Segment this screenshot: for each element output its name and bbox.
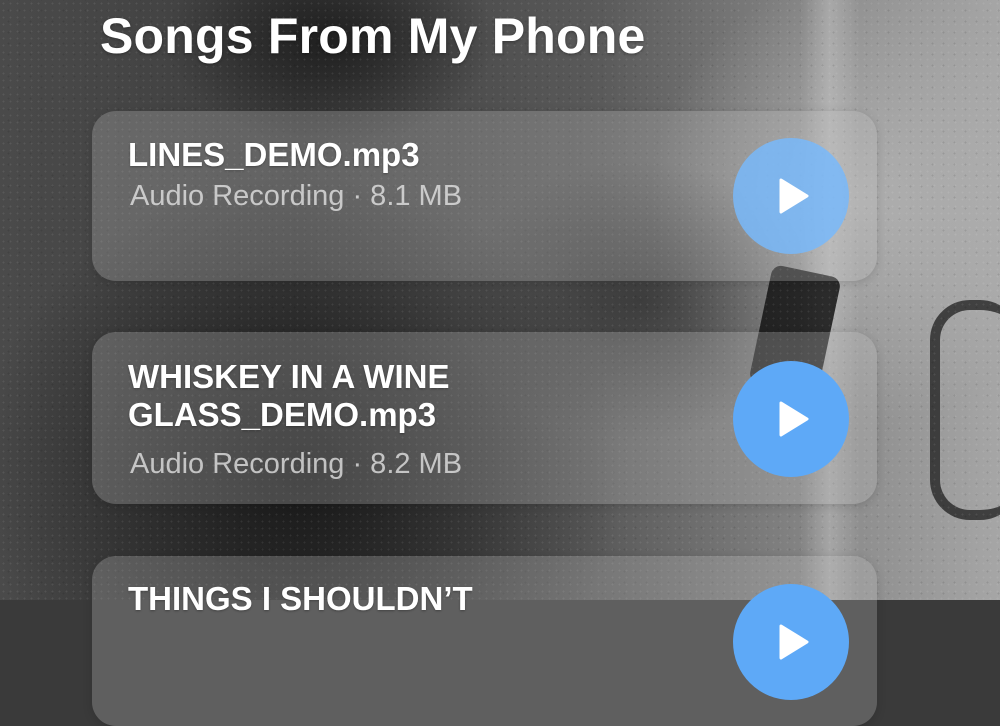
song-title: THINGS I SHOULDN’T (128, 580, 473, 617)
play-button[interactable] (733, 361, 849, 477)
play-button[interactable] (733, 138, 849, 254)
song-card-1[interactable]: LINES_DEMO.mp3 Audio Recording · 8.1 MB (92, 111, 877, 281)
song-meta: Audio Recording · 8.2 MB (130, 448, 463, 480)
background-photo (0, 0, 1000, 600)
song-card-3[interactable]: THINGS I SHOULDN’T (92, 556, 877, 726)
play-icon (779, 401, 809, 437)
background-grain (0, 0, 1000, 600)
page-title: Songs From My Phone (100, 8, 646, 64)
song-title: WHISKEY IN A WINE GLASS_DEMO.mp3 (128, 358, 450, 433)
play-icon (779, 178, 809, 214)
song-card-2[interactable]: WHISKEY IN A WINE GLASS_DEMO.mp3 Audio R… (92, 332, 877, 504)
play-button[interactable] (733, 584, 849, 700)
play-icon (779, 624, 809, 660)
song-meta: Audio Recording · 8.1 MB (130, 180, 463, 212)
song-title: LINES_DEMO.mp3 (128, 136, 420, 173)
